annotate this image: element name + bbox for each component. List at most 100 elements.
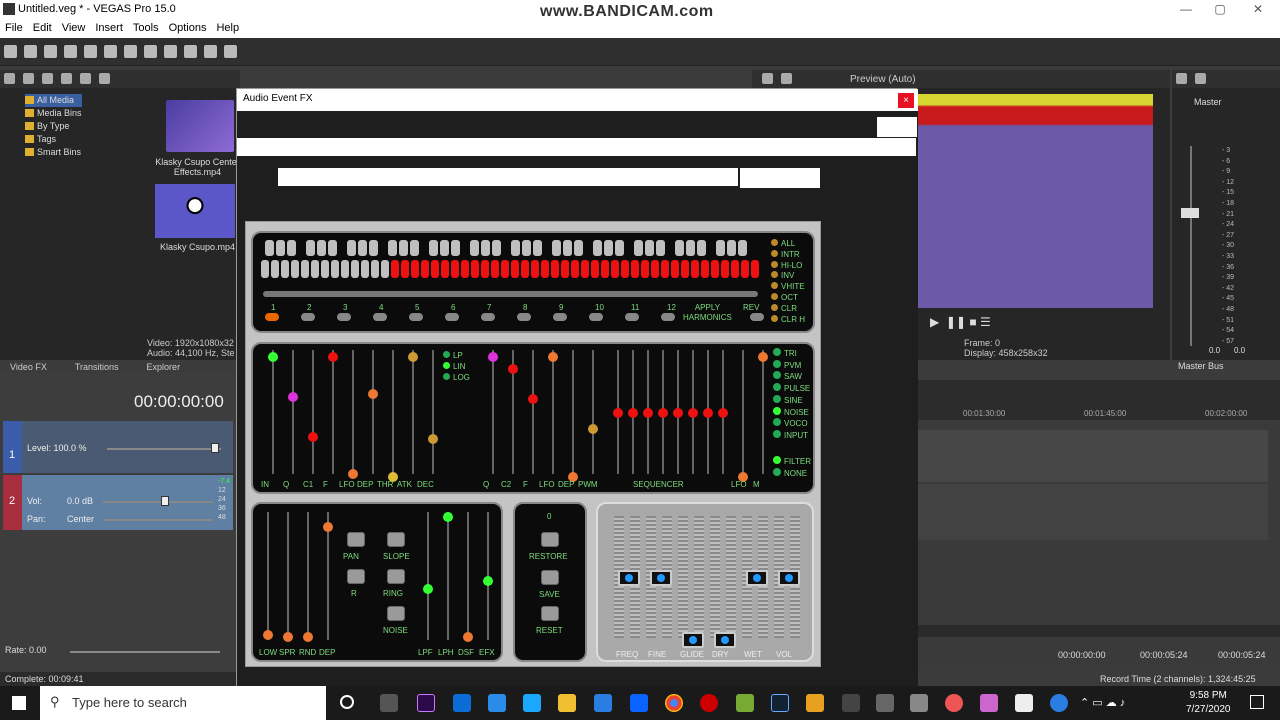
harmonic-key[interactable] bbox=[388, 240, 397, 256]
master-bus-tab[interactable]: Master Bus bbox=[1178, 361, 1224, 371]
harmonic-key[interactable] bbox=[645, 240, 654, 256]
harmonic-key[interactable] bbox=[429, 240, 438, 256]
harmonic-key[interactable] bbox=[501, 260, 509, 278]
save-icon[interactable] bbox=[44, 45, 57, 58]
slider-knob[interactable] bbox=[428, 434, 438, 444]
cut-icon[interactable] bbox=[104, 45, 117, 58]
harmonic-key[interactable] bbox=[701, 260, 709, 278]
harmonic-key[interactable] bbox=[697, 240, 706, 256]
harmonic-toggle[interactable] bbox=[481, 313, 495, 321]
harmonic-key[interactable] bbox=[261, 260, 269, 278]
harmonic-key[interactable] bbox=[306, 240, 315, 256]
harmonic-key[interactable] bbox=[341, 260, 349, 278]
tree-by-type[interactable]: By Type bbox=[25, 120, 82, 133]
slider-knob[interactable] bbox=[488, 352, 498, 362]
horizontal-scrollbar[interactable] bbox=[918, 625, 1280, 637]
slider-knob[interactable] bbox=[528, 394, 538, 404]
harmonic-toggle[interactable] bbox=[409, 313, 423, 321]
harmonic-key[interactable] bbox=[351, 260, 359, 278]
harmonic-key[interactable] bbox=[358, 240, 367, 256]
harmonic-key[interactable] bbox=[271, 260, 279, 278]
harmonic-key[interactable] bbox=[541, 260, 549, 278]
harmonic-key[interactable] bbox=[641, 260, 649, 278]
harmonic-key[interactable] bbox=[391, 260, 399, 278]
pause-icon[interactable]: ❚❚ bbox=[946, 315, 966, 329]
audio-track-2[interactable]: 2 Vol: 0.0 dB Pan: Center -7.4 12 24 36 48 bbox=[3, 475, 233, 530]
vegas-icon[interactable] bbox=[771, 694, 789, 712]
master-fader[interactable] bbox=[1190, 146, 1192, 346]
harmonic-toggle[interactable] bbox=[373, 313, 387, 321]
harmonic-key[interactable] bbox=[533, 240, 542, 256]
harmonic-key[interactable] bbox=[552, 240, 561, 256]
tab-video-fx[interactable]: Video FX bbox=[10, 362, 47, 372]
restore-button[interactable] bbox=[541, 532, 559, 547]
harmonic-key[interactable] bbox=[471, 260, 479, 278]
oscillator-option[interactable]: SAW bbox=[773, 371, 802, 381]
oscillator-option[interactable]: INPUT bbox=[773, 429, 808, 440]
harmonic-toggle[interactable] bbox=[661, 313, 675, 321]
fader-cap[interactable] bbox=[746, 570, 768, 586]
slider-knob[interactable] bbox=[703, 408, 713, 418]
harmonic-key[interactable] bbox=[481, 240, 490, 256]
harmonic-key[interactable] bbox=[521, 260, 529, 278]
master-settings-icon[interactable] bbox=[1176, 73, 1187, 84]
slider-knob[interactable] bbox=[328, 352, 338, 362]
app-icon-6[interactable] bbox=[910, 694, 928, 712]
harmonic-key[interactable] bbox=[276, 240, 285, 256]
remove-icon[interactable] bbox=[61, 73, 72, 84]
harmonic-key[interactable] bbox=[686, 240, 695, 256]
harmonic-key[interactable] bbox=[611, 260, 619, 278]
harmonic-key[interactable] bbox=[751, 260, 759, 278]
harmonic-key[interactable] bbox=[401, 260, 409, 278]
harmonic-key[interactable] bbox=[287, 240, 296, 256]
harmonic-key[interactable] bbox=[301, 260, 309, 278]
slider-knob[interactable] bbox=[548, 352, 558, 362]
slider-knob[interactable] bbox=[323, 522, 333, 532]
media-thumbnail-2[interactable] bbox=[155, 184, 235, 238]
menu-insert[interactable]: Insert bbox=[90, 20, 128, 36]
harmonic-key[interactable] bbox=[431, 260, 439, 278]
harmonic-key[interactable] bbox=[421, 260, 429, 278]
slider-knob[interactable] bbox=[368, 389, 378, 399]
slider-knob[interactable] bbox=[423, 584, 433, 594]
wave-option[interactable]: INV bbox=[771, 271, 794, 280]
slider-knob[interactable] bbox=[483, 576, 493, 586]
open-icon[interactable] bbox=[24, 45, 37, 58]
harmonic-key[interactable] bbox=[716, 240, 725, 256]
edge-icon[interactable] bbox=[453, 694, 471, 712]
slider-knob[interactable] bbox=[673, 408, 683, 418]
notifications-icon[interactable] bbox=[1250, 695, 1264, 709]
mixer-icon[interactable] bbox=[1195, 73, 1206, 84]
preview-fx-icon[interactable] bbox=[781, 73, 792, 84]
harmonic-key[interactable] bbox=[601, 260, 609, 278]
harmonic-key[interactable] bbox=[440, 240, 449, 256]
fader-cap[interactable] bbox=[778, 570, 800, 586]
slider-knob[interactable] bbox=[283, 632, 293, 642]
clock[interactable]: 9:58 PM 7/27/2020 bbox=[1186, 689, 1231, 717]
app-icon-2[interactable] bbox=[736, 694, 754, 712]
preset-bar[interactable] bbox=[237, 138, 916, 156]
slider-knob[interactable] bbox=[408, 352, 418, 362]
app-icon-9[interactable] bbox=[1015, 694, 1033, 712]
harmonic-key[interactable] bbox=[561, 260, 569, 278]
wave-option[interactable]: HI-LO bbox=[771, 260, 802, 270]
output-faders[interactable] bbox=[598, 504, 816, 664]
audio-track-lane[interactable] bbox=[918, 484, 1268, 540]
app-icon[interactable] bbox=[523, 694, 541, 712]
harmonic-key[interactable] bbox=[411, 260, 419, 278]
fader-cap[interactable] bbox=[650, 570, 672, 586]
fader-cap[interactable] bbox=[618, 570, 640, 586]
maximize-button[interactable]: ▢ bbox=[1212, 2, 1228, 16]
get-media-icon[interactable] bbox=[42, 73, 53, 84]
level-slider-thumb[interactable] bbox=[211, 443, 219, 453]
harmonic-key[interactable] bbox=[634, 240, 643, 256]
slider-knob[interactable] bbox=[263, 630, 273, 640]
app-icon-8[interactable] bbox=[980, 694, 998, 712]
fader-cap[interactable] bbox=[682, 632, 704, 648]
harmonic-key[interactable] bbox=[265, 240, 274, 256]
slider-knob[interactable] bbox=[508, 364, 518, 374]
harmonic-key[interactable] bbox=[711, 260, 719, 278]
app-icon-5[interactable] bbox=[876, 694, 894, 712]
harmonic-key[interactable] bbox=[461, 260, 469, 278]
close-window-button[interactable]: ✕ bbox=[1250, 2, 1266, 16]
